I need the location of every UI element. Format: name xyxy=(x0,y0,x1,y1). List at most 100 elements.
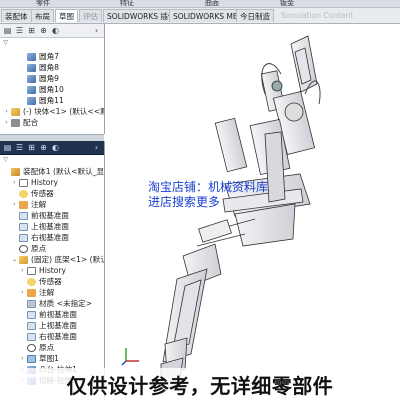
tree-item[interactable]: 传感器 xyxy=(0,277,104,287)
tab-solidworks-addins[interactable]: SOLIDWORKS 插件 xyxy=(103,9,180,22)
expand-arrow-icon[interactable]: ⌄ xyxy=(11,255,18,265)
tab-layout[interactable]: 布局 xyxy=(31,9,54,22)
note-icon xyxy=(27,289,36,297)
lower-feature-tree-panel: ▤ ☰ ⊞ ⊕ ◐ › ▽ 装配体1 (默认<默认_显示状 › History 传感器… xyxy=(0,141,105,400)
property-manager-icon[interactable]: ☰ xyxy=(15,26,24,35)
tab-evaluate[interactable]: 评估 xyxy=(79,9,102,22)
upper-feature-tree-panel: ▤ ☰ ⊞ ⊕ ◐ › ▽ 圆角7 圆角8 圆角9 圆角10 圆角11 › (-) 块体<1… xyxy=(0,24,105,134)
tree-item[interactable]: 上视基准面 xyxy=(0,222,104,232)
expand-arrow-icon[interactable]: › xyxy=(11,178,18,188)
expand-arrow-icon[interactable]: › xyxy=(11,200,18,210)
tree-item[interactable]: 前视基准面 xyxy=(0,211,104,221)
hist-icon xyxy=(27,267,36,275)
tab-sketch[interactable]: 草图 xyxy=(55,9,78,22)
filter-row[interactable]: ▽ xyxy=(0,38,104,48)
tree-item-label: 传感器 xyxy=(31,189,54,198)
tree-item-label: 前视基准面 xyxy=(39,310,77,319)
part-icon xyxy=(11,108,20,116)
tab-assembly[interactable]: 装配体 xyxy=(1,9,32,22)
tree-item-label: 右视基准面 xyxy=(39,332,77,341)
ribbon-item[interactable]: 特征 xyxy=(120,0,134,8)
tree-item[interactable]: 上视基准面 xyxy=(0,321,104,331)
tree-item[interactable]: 原点 xyxy=(0,244,104,254)
tree-item-label: 上视基准面 xyxy=(39,321,77,330)
sens-icon xyxy=(27,278,36,286)
lower-panel-toolbar: ▤ ☰ ⊞ ⊕ ◐ › xyxy=(0,141,104,155)
expand-arrow-icon[interactable]: › xyxy=(19,288,26,298)
tree-item-label: 圆角10 xyxy=(39,85,64,94)
tab-simulation-content[interactable]: Simulation Content xyxy=(278,9,356,22)
tree-item-label: History xyxy=(31,178,59,187)
plane-icon xyxy=(27,333,36,341)
tree-item[interactable]: › (-) 块体<1> (默认<<默认 xyxy=(0,107,104,117)
tree-item[interactable]: › History xyxy=(0,178,104,188)
dimxpert-icon[interactable]: ⊕ xyxy=(39,26,48,35)
tree-item-label: (-) 块体<1> (默认<<默认 xyxy=(23,107,104,116)
side-motor xyxy=(214,117,248,173)
display-manager-icon[interactable]: ◐ xyxy=(51,26,60,35)
tree-item[interactable]: 前视基准面 xyxy=(0,310,104,320)
tab-make-today[interactable]: 今日制造 xyxy=(236,9,274,22)
display-manager-icon[interactable]: ◐ xyxy=(51,143,60,152)
expand-arrow-icon[interactable]: › xyxy=(19,354,26,364)
tree-item[interactable]: › 注解 xyxy=(0,200,104,210)
asm-icon xyxy=(11,168,20,176)
tree-item[interactable]: 圆角10 xyxy=(0,85,104,95)
plane-icon xyxy=(27,322,36,330)
tree-item-label: 圆角7 xyxy=(39,52,60,61)
tree-item[interactable]: 圆角11 xyxy=(0,96,104,106)
mate-icon xyxy=(11,119,20,127)
tree-item[interactable]: 右视基准面 xyxy=(0,332,104,342)
filter-icon[interactable]: ▽ xyxy=(2,38,9,48)
tree-item[interactable]: › 注解 xyxy=(0,288,104,298)
tree-item[interactable]: 原点 xyxy=(0,343,104,353)
dimxpert-icon[interactable]: ⊕ xyxy=(39,143,48,152)
tree-item-label: 注解 xyxy=(31,200,47,209)
expand-arrow-icon[interactable]: › xyxy=(3,118,10,128)
fillet-icon xyxy=(27,53,36,61)
tree-item[interactable]: › 草图1 xyxy=(0,354,104,364)
tree-item-label: 圆角9 xyxy=(39,74,60,83)
tree-item[interactable]: 装配体1 (默认<默认_显示状 xyxy=(0,167,104,177)
fillet-icon xyxy=(27,64,36,72)
filter-icon[interactable]: ▽ xyxy=(2,155,9,165)
tree-item[interactable]: › 配合 xyxy=(0,118,104,128)
tree-item[interactable]: 传感器 xyxy=(0,189,104,199)
tree-item-label: History xyxy=(39,266,67,275)
ribbon-item[interactable]: 零件 xyxy=(36,0,50,8)
fillet-icon xyxy=(27,86,36,94)
feature-manager-icon[interactable]: ▤ xyxy=(3,26,12,35)
graphics-viewport[interactable] xyxy=(105,24,400,400)
config-manager-icon[interactable]: ⊞ xyxy=(27,26,36,35)
tree-item[interactable]: 圆角8 xyxy=(0,63,104,73)
axis-triad-icon xyxy=(121,348,139,366)
tree-item-label: 前视基准面 xyxy=(31,211,69,220)
more-arrow-icon[interactable]: › xyxy=(92,26,101,35)
sketch-icon xyxy=(27,355,36,363)
hist-icon xyxy=(19,179,28,187)
tree-item[interactable]: 材质 <未指定> xyxy=(0,299,104,309)
config-manager-icon[interactable]: ⊞ xyxy=(27,143,36,152)
ribbon-item[interactable]: 钣金 xyxy=(280,0,294,8)
motor-cap xyxy=(271,80,283,92)
tree-item[interactable]: 右视基准面 xyxy=(0,233,104,243)
note-icon xyxy=(19,201,28,209)
feature-manager-icon[interactable]: ▤ xyxy=(3,143,12,152)
tree-item[interactable]: 圆角7 xyxy=(0,52,104,62)
part-icon xyxy=(19,256,28,264)
tree-item-label: (固定) 底架<1> (默认<<默 xyxy=(31,255,104,264)
tree-item[interactable]: ⌄ (固定) 底架<1> (默认<<默 xyxy=(0,255,104,265)
tree-item-label: 传感器 xyxy=(39,277,62,286)
expand-arrow-icon[interactable]: › xyxy=(19,266,26,276)
tree-item-label: 圆角11 xyxy=(39,96,64,105)
filter-row[interactable]: ▽ xyxy=(0,155,104,165)
sens-icon xyxy=(19,190,28,198)
tree-item[interactable]: 圆角9 xyxy=(0,74,104,84)
property-manager-icon[interactable]: ☰ xyxy=(15,143,24,152)
ribbon-item[interactable]: 曲面 xyxy=(205,0,219,8)
ribbon-top-strip: 零件 特征 曲面 钣金 xyxy=(0,0,400,8)
more-arrow-icon[interactable]: › xyxy=(92,143,101,152)
expand-arrow-icon[interactable]: › xyxy=(3,107,10,117)
bearing-ring xyxy=(284,102,304,122)
tree-item[interactable]: › History xyxy=(0,266,104,276)
